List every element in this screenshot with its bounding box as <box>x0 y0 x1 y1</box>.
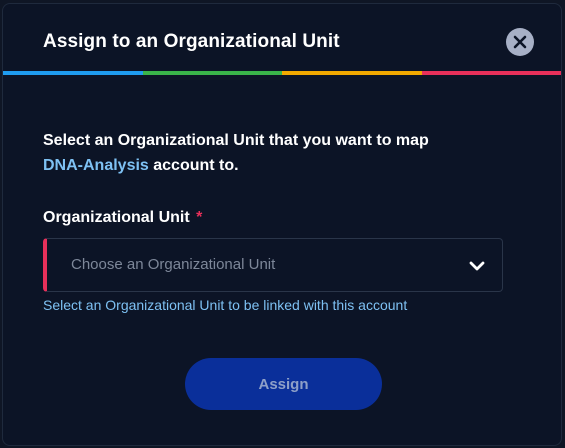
close-button[interactable] <box>506 28 534 56</box>
accent-segment-green <box>142 71 282 75</box>
dialog-title: Assign to an Organizational Unit <box>43 31 340 52</box>
ou-field-helper: Select an Organizational Unit to be link… <box>43 297 408 313</box>
description-suffix: account to. <box>148 157 239 174</box>
close-icon <box>513 35 527 49</box>
ou-field-label: Organizational Unit * <box>43 209 202 227</box>
required-marker: * <box>196 209 203 226</box>
ou-select-placeholder: Choose an Organizational Unit <box>71 256 276 273</box>
assign-ou-dialog: Assign to an Organizational Unit Select … <box>2 3 562 446</box>
accent-segment-yellow <box>282 71 422 75</box>
assign-button[interactable]: Assign <box>185 358 382 410</box>
account-name-link[interactable]: DNA-Analysis <box>43 157 149 174</box>
dialog-header: Assign to an Organizational Unit <box>3 4 561 72</box>
ou-field-label-text: Organizational Unit <box>43 209 190 226</box>
accent-segment-red <box>421 71 561 75</box>
dialog-description: Select an Organizational Unit that you w… <box>43 128 513 178</box>
accent-color-bar <box>3 71 561 75</box>
ou-select[interactable]: Choose an Organizational Unit <box>43 238 503 292</box>
accent-segment-blue <box>3 71 143 75</box>
description-prefix: Select an Organizational Unit that you w… <box>43 132 429 149</box>
chevron-down-icon <box>469 261 485 271</box>
